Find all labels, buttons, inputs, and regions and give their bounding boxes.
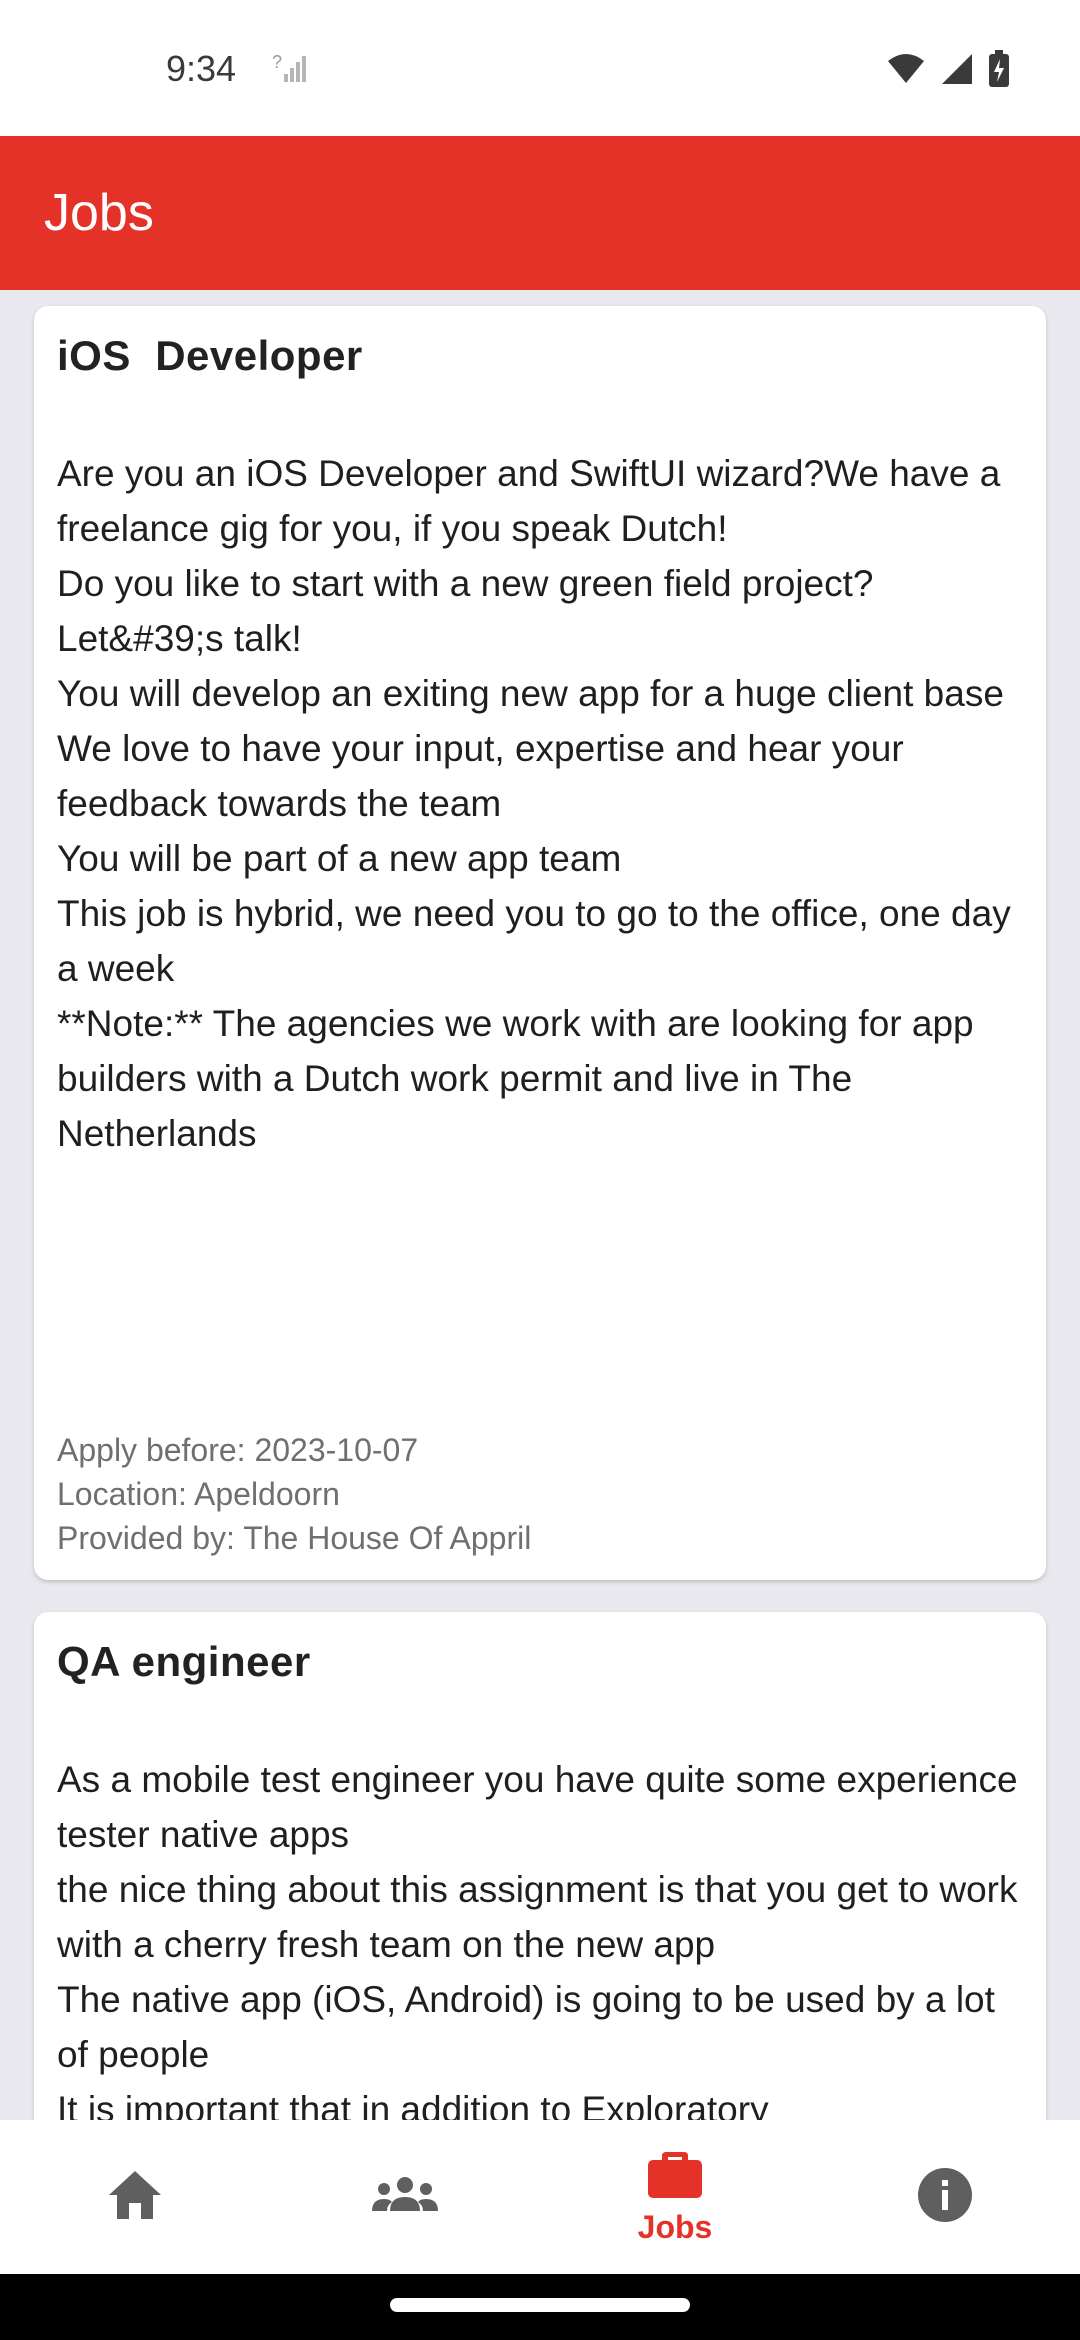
page-title: Jobs [44, 184, 154, 242]
job-title: QA engineer [57, 1638, 311, 1685]
svg-text:?: ? [272, 52, 282, 72]
home-gesture-handle[interactable] [390, 2298, 690, 2312]
job-location: Location: Apeldoorn [57, 1476, 340, 1512]
job-card[interactable]: iOS Developer Are you an iOS Developer a… [34, 306, 1046, 1580]
nav-people[interactable] [305, 2120, 505, 2274]
status-time: 9:34 [166, 48, 237, 89]
home-icon [105, 2167, 165, 2228]
jobs-list[interactable]: iOS Developer Are you an iOS Developer a… [0, 290, 1080, 2120]
wifi-icon [886, 53, 926, 90]
system-navigation-bar [0, 2274, 1080, 2340]
battery-charging-icon [988, 50, 1010, 93]
no-signal-icon: ? [272, 50, 308, 91]
bottom-navigation: Jobs [0, 2120, 1080, 2274]
nav-jobs-label: Jobs [637, 2209, 713, 2245]
cell-signal-icon [940, 52, 974, 91]
people-icon [370, 2175, 440, 2220]
nav-info[interactable] [845, 2120, 1045, 2274]
job-card[interactable]: QA engineer As a mobile test engineer yo… [34, 1612, 1046, 2120]
info-icon [916, 2166, 974, 2229]
status-bar: 9:34 ? [0, 0, 1080, 136]
app-bar: Jobs [0, 136, 1080, 290]
status-icons [886, 50, 1010, 93]
job-description: Are you an iOS Developer and SwiftUI wiz… [57, 453, 1011, 1154]
job-title: iOS Developer [57, 332, 363, 379]
nav-home[interactable] [35, 2120, 235, 2274]
nav-jobs[interactable]: Jobs [575, 2120, 775, 2274]
briefcase-icon [646, 2148, 704, 2205]
job-description: As a mobile test engineer you have quite… [57, 1759, 1018, 2120]
job-meta: Apply before: 2023-10-07 Location: Apeld… [57, 1428, 531, 1560]
job-provider: Provided by: The House Of Appril [57, 1520, 532, 1556]
job-apply-before: Apply before: 2023-10-07 [57, 1432, 419, 1468]
